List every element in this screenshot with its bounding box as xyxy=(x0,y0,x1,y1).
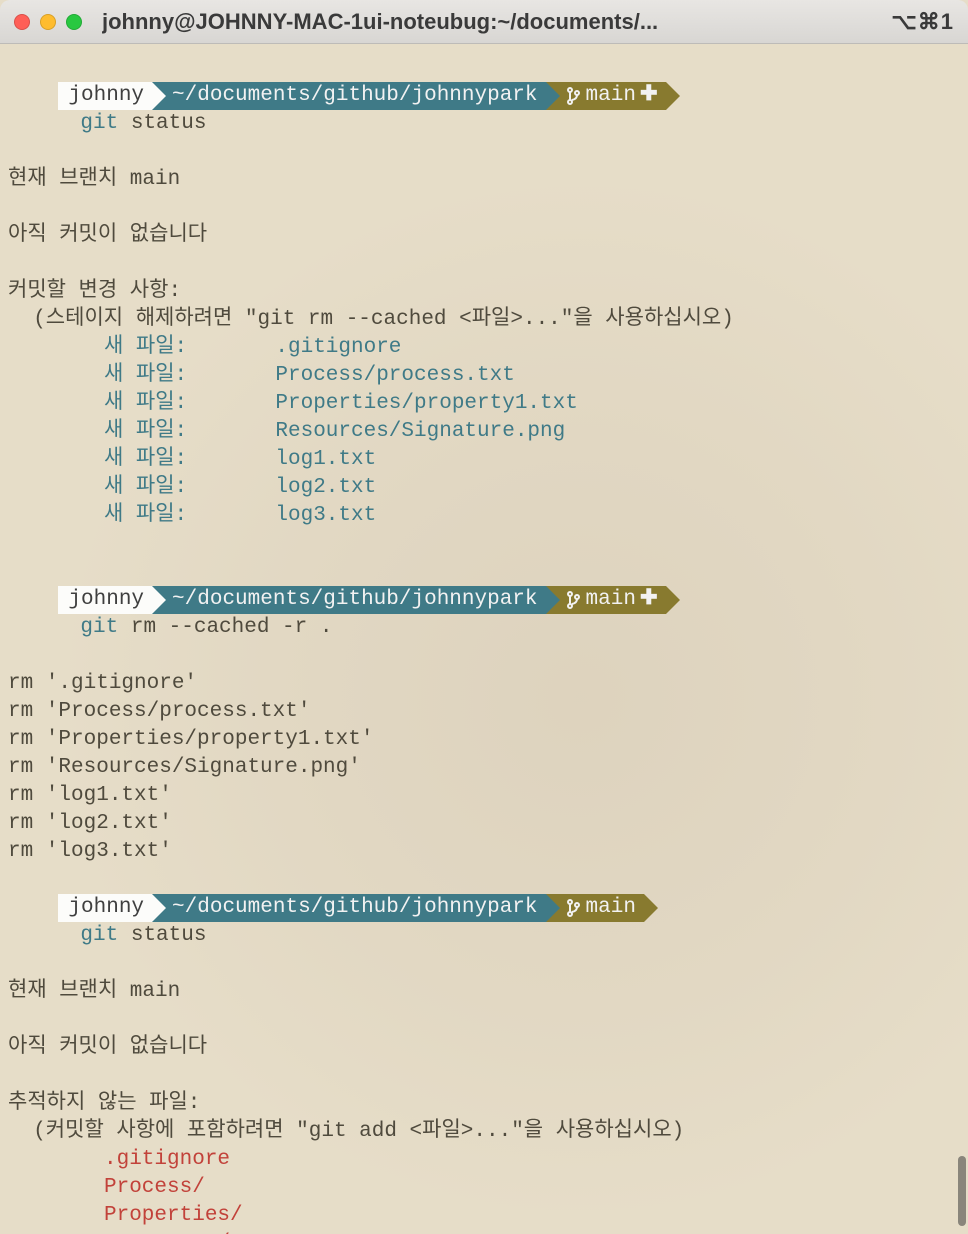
prompt: johnny ~/documents/github/johnnypark mai… xyxy=(58,894,644,922)
output-line: rm 'Properties/property1.txt' xyxy=(8,726,960,754)
output-line: 아직 커밋이 없습니다 xyxy=(8,222,960,250)
prompt-user-segment: johnny xyxy=(58,894,152,922)
output-line xyxy=(8,250,960,278)
command-args: status xyxy=(118,924,206,947)
command-input: git status xyxy=(80,924,206,947)
git-dirty-icon: ✚ xyxy=(640,586,658,614)
staged-file xyxy=(187,476,275,499)
command-args: status xyxy=(118,112,206,135)
output-line xyxy=(8,1062,960,1090)
prompt-user-segment: johnny xyxy=(58,586,152,614)
output-line xyxy=(8,1006,960,1034)
output-line: 아직 커밋이 없습니다 xyxy=(8,1034,960,1062)
staged-file: Resources/Signature.png xyxy=(275,420,565,443)
output-line: rm 'log3.txt' xyxy=(8,838,960,866)
staged-label: 새 파일: xyxy=(8,336,187,359)
output-line: (커밋할 사항에 포함하려면 "git add <파일>..."을 사용하십시오… xyxy=(8,1118,960,1146)
staged-file: .gitignore xyxy=(275,336,401,359)
command-git: git xyxy=(80,924,118,947)
prompt-user: johnny xyxy=(68,586,144,614)
prompt-branch-segment: main✚ xyxy=(546,82,666,110)
output-line: rm 'Process/process.txt' xyxy=(8,698,960,726)
prompt-branch-segment: main✚ xyxy=(546,586,666,614)
staged-file xyxy=(187,336,275,359)
window-titlebar: johnny@JOHNNY-MAC-1ui-noteubug:~/documen… xyxy=(0,0,968,44)
command-args: rm --cached -r . xyxy=(118,616,332,639)
staged-label: 새 파일: xyxy=(8,448,187,471)
untracked-file: .gitignore xyxy=(8,1148,230,1171)
staged-label: 새 파일: xyxy=(8,420,187,443)
prompt-path: ~/documents/github/johnnypark xyxy=(172,82,537,110)
command-input: git status xyxy=(80,112,206,135)
window-title: johnny@JOHNNY-MAC-1ui-noteubug:~/documen… xyxy=(102,8,881,36)
staged-label: 새 파일: xyxy=(8,504,187,527)
prompt-path-segment: ~/documents/github/johnnypark xyxy=(152,586,545,614)
output-line: rm 'Resources/Signature.png' xyxy=(8,754,960,782)
staged-file: log2.txt xyxy=(275,476,376,499)
git-dirty-icon: ✚ xyxy=(640,82,658,110)
staged-file: log3.txt xyxy=(275,504,376,527)
output-line: rm 'log2.txt' xyxy=(8,810,960,838)
git-branch-icon xyxy=(566,899,580,917)
output-line: 현재 브랜치 main xyxy=(8,978,960,1006)
staged-file xyxy=(187,364,275,387)
staged-file: Process/process.txt xyxy=(275,364,514,387)
staged-file xyxy=(187,392,275,415)
staged-file: log1.txt xyxy=(275,448,376,471)
prompt-branch: main xyxy=(586,894,636,922)
prompt-path: ~/documents/github/johnnypark xyxy=(172,586,537,614)
prompt-path-segment: ~/documents/github/johnnypark xyxy=(152,82,545,110)
output-line xyxy=(8,194,960,222)
output-line: (스테이지 해제하려면 "git rm --cached <파일>..."을 사… xyxy=(8,306,960,334)
output-line: 추적하지 않는 파일: xyxy=(8,1090,960,1118)
prompt-branch-segment: main xyxy=(546,894,644,922)
prompt: johnny ~/documents/github/johnnypark mai… xyxy=(58,82,665,110)
git-branch-icon xyxy=(566,87,580,105)
output-line: rm 'log1.txt' xyxy=(8,782,960,810)
output-line: rm '.gitignore' xyxy=(8,670,960,698)
output-line: 현재 브랜치 main xyxy=(8,166,960,194)
prompt-path: ~/documents/github/johnnypark xyxy=(172,894,537,922)
minimize-icon[interactable] xyxy=(40,14,56,30)
staged-file: Properties/property1.txt xyxy=(275,392,577,415)
untracked-file: Properties/ xyxy=(8,1204,243,1227)
staged-file xyxy=(187,504,275,527)
window-shortcut-label: ⌥⌘1 xyxy=(891,8,954,36)
prompt-user-segment: johnny xyxy=(58,82,152,110)
staged-label: 새 파일: xyxy=(8,364,187,387)
command-git: git xyxy=(80,616,118,639)
staged-file xyxy=(187,448,275,471)
staged-label: 새 파일: xyxy=(8,392,187,415)
untracked-file: Process/ xyxy=(8,1176,205,1199)
traffic-lights xyxy=(14,14,82,30)
prompt: johnny ~/documents/github/johnnypark mai… xyxy=(58,586,665,614)
output-line xyxy=(8,530,960,558)
command-git: git xyxy=(80,112,118,135)
staged-label: 새 파일: xyxy=(8,476,187,499)
prompt-branch: main xyxy=(586,586,636,614)
maximize-icon[interactable] xyxy=(66,14,82,30)
prompt-user: johnny xyxy=(68,894,144,922)
command-input: git rm --cached -r . xyxy=(80,616,332,639)
close-icon[interactable] xyxy=(14,14,30,30)
scrollbar-thumb[interactable] xyxy=(958,1156,966,1226)
output-line: 커밋할 변경 사항: xyxy=(8,278,960,306)
staged-file xyxy=(187,420,275,443)
terminal-viewport[interactable]: johnny ~/documents/github/johnnypark mai… xyxy=(0,44,968,1234)
prompt-path-segment: ~/documents/github/johnnypark xyxy=(152,894,545,922)
prompt-user: johnny xyxy=(68,82,144,110)
git-branch-icon xyxy=(566,591,580,609)
prompt-branch: main xyxy=(586,82,636,110)
